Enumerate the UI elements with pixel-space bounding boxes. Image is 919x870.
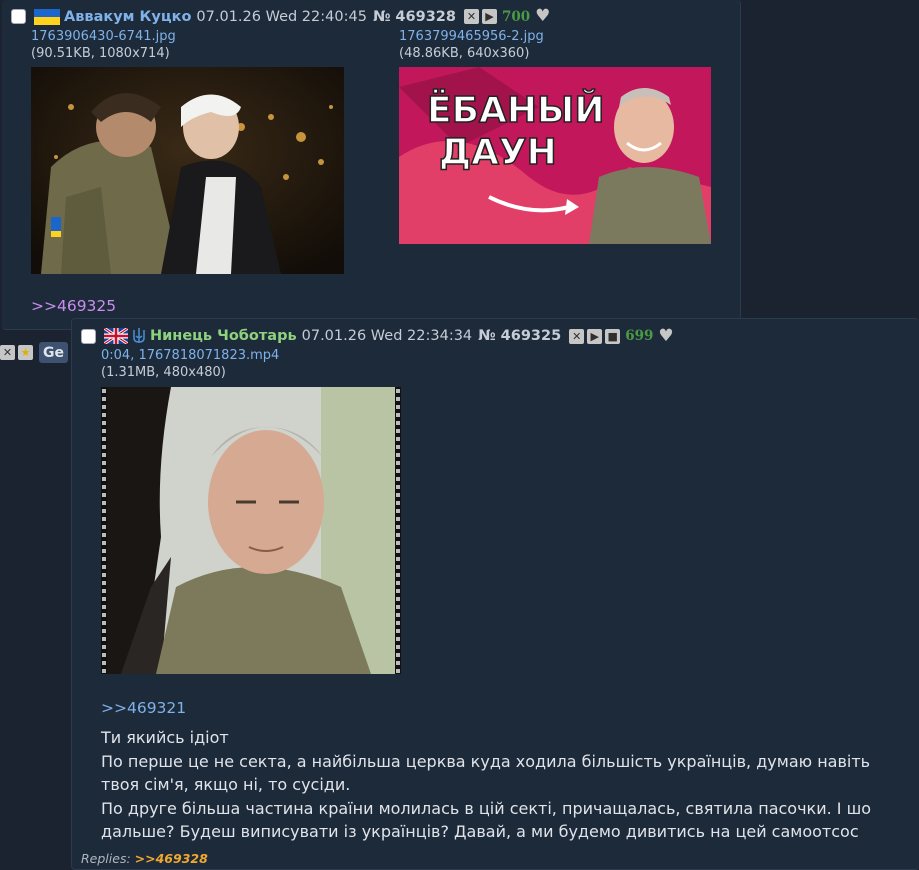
post-number[interactable]: № 469325 — [478, 328, 561, 344]
message-line-1: Ти якийсь ідіот — [101, 728, 229, 747]
hide-post-icon[interactable]: ✕ — [463, 9, 479, 24]
partial-button[interactable]: Ge — [39, 342, 68, 363]
play-icon[interactable]: ▶ — [587, 328, 603, 344]
post-header: Аввакум Куцко 07.01.26 Wed 22:40:45 № 46… — [11, 8, 550, 25]
author-name[interactable]: Аввакум Куцко — [64, 9, 191, 25]
replies-section: Replies: >>469328 — [81, 851, 208, 866]
select-post-checkbox[interactable] — [11, 9, 26, 24]
video-thumbnail[interactable] — [101, 387, 401, 674]
post-count: 700 — [501, 8, 531, 25]
reply-to-link[interactable]: >>469321 — [101, 699, 186, 717]
trident-icon — [131, 327, 147, 345]
file-meta-1: (90.51KB, 1080x714) — [31, 46, 170, 61]
overlay-text-line2: ДАУН — [439, 132, 557, 173]
post-message: Ти якийсь ідіот По перше це не секта, а … — [101, 726, 901, 844]
post-header: Нинець Чоботарь 07.01.26 Wed 22:34:34 № … — [81, 326, 674, 346]
image-thumbnail-2[interactable]: ЁБАНЫЙ ДАУН — [399, 67, 711, 244]
hide-post-icon[interactable]: ✕ — [0, 345, 15, 360]
play-icon[interactable]: ▶ — [481, 9, 497, 24]
video-file-meta: (1.31MB, 480x480) — [101, 365, 226, 380]
select-post-checkbox[interactable] — [81, 328, 96, 344]
replies-link[interactable]: >>469328 — [135, 851, 208, 866]
post-date: 07.01.26 Wed 22:34:34 — [301, 328, 473, 344]
author-name[interactable]: Нинець Чоботарь — [150, 328, 297, 344]
ukraine-flag-icon — [34, 8, 60, 25]
file-meta-2: (48.86KB, 640x360) — [399, 46, 530, 61]
message-line-3: По друге більша частина країни молилась … — [101, 798, 872, 842]
stop-icon[interactable]: ■ — [605, 328, 621, 344]
heart-icon[interactable]: ♥ — [535, 8, 550, 25]
message-line-2: По перше це не секта, а найбільша церква… — [101, 751, 871, 795]
replies-label: Replies: — [81, 851, 131, 866]
file-name-2[interactable]: 1763799465956-2.jpg — [399, 29, 544, 44]
post-469325-preview: Нинець Чоботарь 07.01.26 Wed 22:34:34 № … — [71, 318, 919, 870]
reply-link[interactable]: >>469325 — [31, 297, 116, 315]
heart-icon[interactable]: ♥ — [658, 327, 673, 345]
post-date: 07.01.26 Wed 22:40:45 — [196, 8, 367, 25]
overlay-text-line1: ЁБАНЫЙ — [427, 89, 604, 131]
uk-flag-icon — [103, 326, 129, 346]
hide-post-icon[interactable]: ✕ — [569, 328, 585, 344]
star-icon[interactable]: ★ — [18, 345, 33, 360]
file-name-1[interactable]: 1763906430-6741.jpg — [31, 29, 176, 44]
next-post-controls: ✕ ★ Ge — [0, 342, 68, 363]
post-469328: Аввакум Куцко 07.01.26 Wed 22:40:45 № 46… — [2, 0, 741, 330]
image-thumbnail-1[interactable] — [31, 67, 344, 274]
post-count: 699 — [625, 328, 654, 344]
post-number[interactable]: № 469328 — [373, 9, 456, 25]
video-file-name[interactable]: 0:04, 1767818071823.mp4 — [101, 348, 279, 363]
